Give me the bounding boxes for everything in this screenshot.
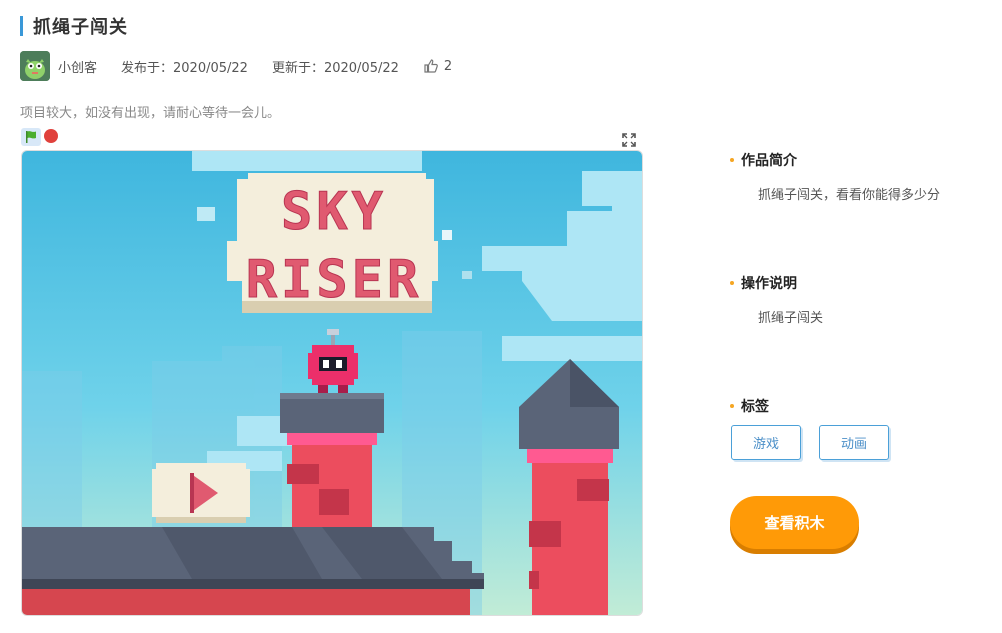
game-stage[interactable]: SKY RISER xyxy=(21,150,643,616)
sky-riser-game-canvas: SKY RISER xyxy=(22,151,642,615)
tags-heading: 标签 xyxy=(730,396,769,416)
page-title: 抓绳子闯关 xyxy=(33,17,128,38)
thumbs-up-icon xyxy=(424,59,438,73)
stop-button[interactable] xyxy=(44,129,58,143)
howto-text: 抓绳子闯关 xyxy=(758,311,824,326)
like-counter[interactable]: 2 xyxy=(423,58,452,74)
intro-section: 作品简介 抓绳子闯关，看看你能得多少分 xyxy=(730,150,940,203)
bullet-dot xyxy=(730,404,734,408)
tag-animation[interactable]: 动画 xyxy=(819,425,889,460)
author-avatar-icon xyxy=(20,51,50,81)
bullet-dot xyxy=(730,158,734,162)
intro-text: 抓绳子闯关，看看你能得多少分 xyxy=(758,188,941,203)
fullscreen-button[interactable] xyxy=(622,132,636,147)
update-date: 更新于：2020/05/22 xyxy=(271,60,399,76)
howto-heading: 操作说明 xyxy=(730,273,823,293)
project-meta: 小创客 发布于：2020/05/22 更新于：2020/05/22 2 xyxy=(20,50,452,82)
play-button[interactable] xyxy=(152,463,250,523)
tag-game[interactable]: 游戏 xyxy=(731,425,801,460)
green-flag-icon xyxy=(26,131,36,143)
author-name[interactable]: 小创客 xyxy=(58,57,97,76)
view-blocks-button[interactable]: 查看积木 xyxy=(730,496,859,549)
project-header: 抓绳子闯关 xyxy=(20,14,128,38)
title-accent-bar xyxy=(20,16,23,36)
tags-section: 标签 xyxy=(730,396,769,416)
loading-notice: 项目较大，如没有出现，请耐心等待一会儿。 xyxy=(20,106,281,121)
howto-section: 操作说明 抓绳子闯关 xyxy=(730,273,823,326)
publish-date: 发布于：2020/05/22 xyxy=(121,60,248,76)
tag-list: 游戏 动画 xyxy=(731,425,907,460)
fullscreen-icon xyxy=(622,133,636,147)
intro-heading: 作品简介 xyxy=(730,150,940,170)
like-count: 2 xyxy=(443,58,453,74)
game-title-line1: SKY xyxy=(281,182,387,242)
green-flag-button[interactable] xyxy=(21,128,41,146)
game-title-line2: RISER xyxy=(246,250,423,310)
avatar[interactable] xyxy=(20,51,50,81)
bullet-dot xyxy=(730,281,734,285)
